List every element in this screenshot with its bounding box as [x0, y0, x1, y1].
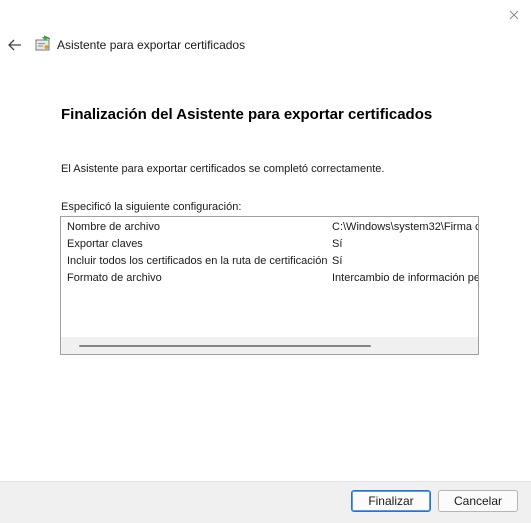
list-item[interactable]: Formato de archivo Intercambio de inform…	[61, 270, 478, 287]
window-title: Asistente para exportar certificados	[57, 38, 246, 52]
export-wizard-window: Asistente para exportar certificados Fin…	[0, 0, 531, 523]
back-arrow-icon	[8, 39, 21, 51]
list-item[interactable]: Incluir todos los certificados en la rut…	[61, 253, 478, 270]
finish-button[interactable]: Finalizar	[351, 490, 431, 512]
completion-message: El Asistente para exportar certificados …	[61, 163, 385, 175]
list-item[interactable]: Exportar claves Sí	[61, 236, 478, 253]
page-title: Finalización del Asistente para exportar…	[61, 106, 433, 123]
setting-value: C:\Windows\system32\Firma c	[332, 221, 478, 233]
back-button[interactable]	[5, 35, 25, 55]
horizontal-scrollbar[interactable]	[61, 337, 478, 354]
setting-value: Sí	[332, 238, 343, 250]
setting-name: Incluir todos los certificados en la rut…	[67, 255, 328, 267]
setting-name: Exportar claves	[67, 238, 143, 250]
close-button[interactable]	[503, 4, 525, 26]
settings-label: Especificó la siguiente configuración:	[61, 201, 242, 213]
setting-value: Intercambio de información pe	[332, 272, 478, 284]
settings-list[interactable]: Nombre de archivo C:\Windows\system32\Fi…	[60, 216, 479, 355]
wizard-header: Asistente para exportar certificados	[0, 30, 531, 60]
certificate-wizard-icon	[35, 35, 51, 51]
close-icon	[509, 10, 519, 20]
list-item[interactable]: Nombre de archivo C:\Windows\system32\Fi…	[61, 219, 478, 236]
setting-name: Formato de archivo	[67, 272, 162, 284]
setting-value: Sí	[332, 255, 343, 267]
setting-name: Nombre de archivo	[67, 221, 160, 233]
cancel-button[interactable]: Cancelar	[438, 490, 518, 512]
scrollbar-thumb[interactable]	[79, 345, 371, 347]
wizard-footer: Finalizar Cancelar	[0, 481, 531, 523]
